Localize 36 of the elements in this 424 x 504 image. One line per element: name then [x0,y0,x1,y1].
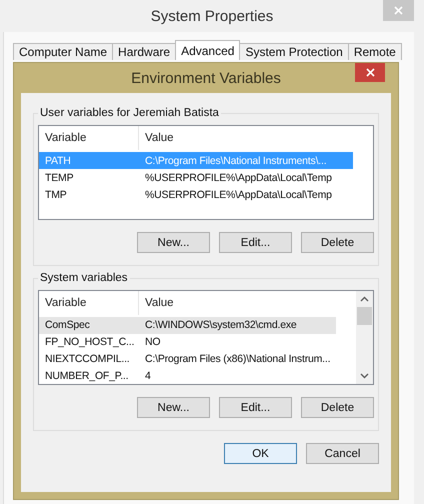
scroll-up-icon[interactable] [360,296,369,302]
dialog-button[interactable]: New... [137,232,210,253]
close-button[interactable] [355,63,385,82]
close-icon [366,68,374,77]
scroll-thumb[interactable] [357,307,372,325]
tab[interactable]: Remote [348,43,402,60]
list-row[interactable]: TEMP %USERPROFILE%\AppData\Local\Temp [39,169,353,186]
column-header[interactable]: Value [139,291,356,315]
tab[interactable]: Computer Name [13,43,114,60]
list-row[interactable]: FP_NO_HOST_C... NO [39,334,336,350]
cancel-button[interactable]: Cancel [306,443,379,464]
list-row[interactable]: NUMBER_OF_P... 4 [39,367,336,384]
dialog-button[interactable]: Delete [301,232,374,253]
dialog-button[interactable]: Edit... [219,232,292,253]
column-header[interactable]: Value [139,126,373,150]
column-header[interactable]: Variable [39,291,139,315]
variable-list[interactable]: Variable Value PATH C:\Program Files\National Instruments\... TEMP %USERPROFILE%\AppData\Local\Temp TMP %USERPROFILE%\AppData\Local\Temp [38,125,374,220]
group-title: System variables [39,272,129,284]
list-row[interactable]: TMP %USERPROFILE%\AppData\Local\Temp [39,186,353,203]
dialog-button[interactable]: Delete [301,397,374,418]
dialog-title: Environment Variables [131,70,281,86]
close-icon [394,6,403,15]
column-header[interactable]: Variable [39,126,139,150]
scrollbar[interactable] [356,291,373,384]
tab[interactable]: Advanced [175,40,240,60]
tab[interactable]: Hardware [112,43,176,60]
group-title: User variables for Jeremiah Batista [39,107,220,119]
dialog-button[interactable]: New... [137,397,210,418]
ok-button[interactable]: OK [224,443,297,464]
variable-list[interactable]: Variable Value ComSpec C:\WINDOWS\system32\cmd.exe FP_NO_HOST_C... NO NIEXTCCOMPIL... C:\Program Files (x86)\National Instrum... NUMBER_OF_P... 4 [38,290,374,385]
list-row[interactable]: NIEXTCCOMPIL... C:\Program Files (x86)\National Instrum... [39,350,336,368]
window-title: System Properties [150,8,274,24]
scroll-down-icon[interactable] [360,373,369,379]
tab[interactable]: System Protection [239,43,349,60]
dialog-button[interactable]: Edit... [219,397,292,418]
list-row[interactable]: ComSpec C:\WINDOWS\system32\cmd.exe [39,316,336,334]
